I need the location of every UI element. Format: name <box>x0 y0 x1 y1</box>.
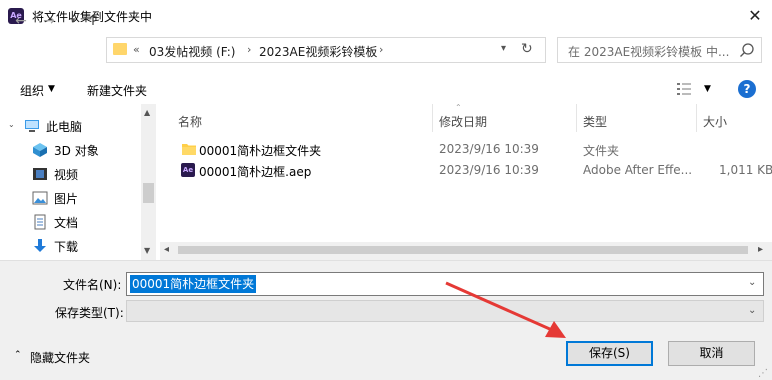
document-icon <box>34 214 46 230</box>
nav-item-label: 此电脑 <box>46 120 83 134</box>
filetype-label: 保存类型(T): <box>55 306 124 320</box>
nav-item-label: 文档 <box>54 216 79 230</box>
file-modified: 2023/9/16 10:39 <box>439 142 539 156</box>
view-options-icon[interactable] <box>676 82 692 96</box>
up-button[interactable]: ↑ <box>84 12 102 30</box>
nav-item-3d-objects[interactable]: 3D 对象 <box>0 138 140 162</box>
column-divider[interactable] <box>696 104 697 132</box>
hide-folders-button[interactable]: 隐藏文件夹 <box>30 349 90 366</box>
nav-item-videos[interactable]: 视频 <box>0 162 140 186</box>
chevron-down-icon[interactable]: ⌄ <box>8 120 15 129</box>
arrow-left-icon: ← <box>15 13 27 29</box>
pc-icon <box>25 120 39 132</box>
filetype-select[interactable]: ⌄ <box>126 300 764 322</box>
nav-item-documents[interactable]: 文档 <box>0 210 140 234</box>
search-icon[interactable] <box>739 42 755 58</box>
file-name: 00001简朴边框文件夹 <box>199 144 322 158</box>
nav-item-this-pc[interactable]: ⌄ 此电脑 <box>0 114 140 138</box>
ae-file-icon: Ae <box>181 163 195 177</box>
chevron-down-icon[interactable]: ⌄ <box>748 277 756 288</box>
nav-item-label: 图片 <box>54 192 79 206</box>
forward-button[interactable]: → <box>40 12 58 30</box>
download-icon <box>34 239 46 252</box>
chevron-down-icon[interactable]: ▼ <box>704 84 711 94</box>
cancel-button[interactable]: 取消 <box>668 341 755 366</box>
column-header-modified[interactable]: 修改日期 <box>439 113 487 130</box>
filename-value[interactable]: 00001简朴边框文件夹 <box>130 275 257 293</box>
video-icon <box>33 168 47 180</box>
picture-icon <box>32 191 48 205</box>
back-button[interactable]: ← <box>12 12 30 30</box>
folder-icon <box>182 144 196 155</box>
sort-indicator-icon: ⌃ <box>455 103 462 112</box>
column-header-name[interactable]: 名称 <box>178 113 202 130</box>
scroll-left-icon[interactable]: ◂ <box>164 244 169 255</box>
chevron-down-icon: ▼ <box>48 84 55 94</box>
new-folder-button[interactable]: 新建文件夹 <box>87 82 147 99</box>
file-row[interactable]: Ae 00001简朴边框.aep 2023/9/16 10:39 Adobe A… <box>175 160 772 182</box>
file-modified: 2023/9/16 10:39 <box>439 163 539 177</box>
scroll-right-icon[interactable]: ▸ <box>758 244 763 255</box>
nav-item-pictures[interactable]: 图片 <box>0 186 140 210</box>
refresh-icon[interactable]: ↻ <box>521 41 533 57</box>
column-divider[interactable] <box>576 104 577 132</box>
file-name: 00001简朴边框.aep <box>199 165 312 179</box>
breadcrumb-overflow[interactable]: « <box>133 43 140 56</box>
recent-locations-button[interactable]: ▾ <box>64 12 82 30</box>
scroll-down-icon[interactable]: ▼ <box>144 246 150 255</box>
nav-item-label: 下载 <box>54 240 79 254</box>
close-button[interactable]: ✕ <box>742 4 768 28</box>
chevron-right-icon: › <box>247 43 252 56</box>
close-icon: ✕ <box>748 6 762 25</box>
search-box[interactable]: 在 2023AE视频彩铃模板 中... <box>557 37 762 63</box>
chevron-down-icon: ▾ <box>70 16 76 26</box>
3d-objects-icon <box>33 143 47 157</box>
address-bar[interactable]: « 03发帖视频 (F:) › 2023AE视频彩铃模板 › ▾ ↻ <box>106 37 546 63</box>
filename-input[interactable]: 00001简朴边框文件夹 ⌄ <box>126 272 764 296</box>
column-header-size[interactable]: 大小 <box>703 113 727 130</box>
save-button[interactable]: 保存(S) <box>566 341 653 366</box>
file-type: Adobe After Effe... <box>583 163 693 177</box>
nav-item-label: 3D 对象 <box>54 144 99 158</box>
filename-label: 文件名(N): <box>63 278 122 292</box>
arrow-right-icon: → <box>43 13 55 29</box>
scroll-up-icon[interactable]: ▲ <box>144 108 150 117</box>
help-icon[interactable]: ? <box>738 80 756 98</box>
file-row[interactable]: 00001简朴边框文件夹 2023/9/16 10:39 文件夹 <box>175 139 772 161</box>
organize-button[interactable]: 组织 <box>20 82 44 99</box>
file-size: 1,011 KB <box>719 163 772 177</box>
breadcrumb-drive[interactable]: 03发帖视频 (F:) <box>149 43 235 60</box>
chevron-down-icon[interactable]: ▾ <box>501 43 506 54</box>
nav-scrollbar-thumb[interactable] <box>143 183 154 203</box>
arrow-up-icon: ↑ <box>87 13 99 29</box>
search-input[interactable]: 在 2023AE视频彩铃模板 中... <box>568 43 729 60</box>
file-type: 文件夹 <box>583 144 620 158</box>
nav-scrollbar[interactable] <box>141 104 156 260</box>
nav-item-downloads[interactable]: 下载 <box>0 234 140 258</box>
chevron-down-icon[interactable]: ⌄ <box>748 305 756 316</box>
column-header-type[interactable]: 类型 <box>583 113 607 130</box>
folder-icon <box>113 43 127 55</box>
chevron-right-icon: › <box>379 43 384 56</box>
horizontal-scrollbar-thumb[interactable] <box>178 246 748 254</box>
chevron-up-icon[interactable]: ⌃ <box>14 350 22 360</box>
resize-grip-icon[interactable]: ⋰ <box>758 368 768 379</box>
breadcrumb-folder[interactable]: 2023AE视频彩铃模板 <box>259 43 377 60</box>
nav-item-label: 视频 <box>54 168 79 182</box>
column-divider[interactable] <box>432 104 433 132</box>
